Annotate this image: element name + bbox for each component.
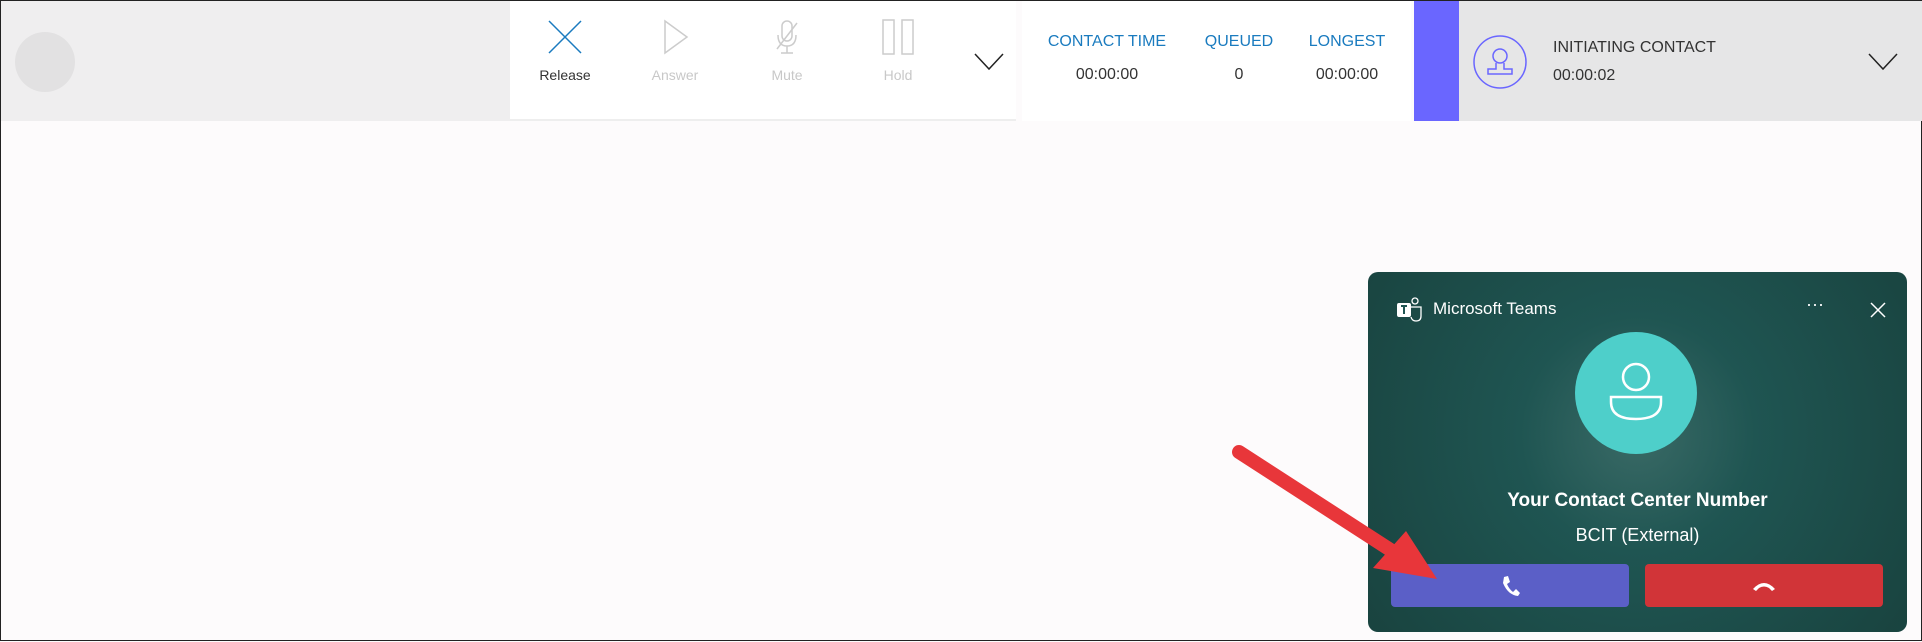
mute-button[interactable]: Mute <box>742 19 832 83</box>
chevron-down-icon[interactable] <box>1868 53 1898 71</box>
stat-label: LONGEST <box>1308 33 1386 50</box>
pause-icon <box>882 19 914 55</box>
status-timer: 00:00:02 <box>1553 67 1616 84</box>
answer-button[interactable]: Answer <box>630 19 720 83</box>
agent-area <box>1 1 510 121</box>
stat-value: 00:00:00 <box>1315 66 1379 83</box>
x-icon <box>548 20 582 54</box>
person-icon <box>1609 362 1663 421</box>
accept-call-button[interactable] <box>1391 564 1629 607</box>
decline-call-button[interactable] <box>1645 564 1883 607</box>
caller-name: Your Contact Center Number <box>1507 490 1768 511</box>
release-button[interactable]: Release <box>520 19 610 83</box>
hold-label: Hold <box>883 67 913 83</box>
status-accent-bar <box>1414 1 1459 121</box>
queue-stats: CONTACT TIME 00:00:00 QUEUED 0 LONGEST 00:0… <box>1022 1 1411 121</box>
stat-longest: LONGEST 00:00:00 <box>1282 33 1412 84</box>
phone-icon <box>1503 575 1520 596</box>
hang-up-icon <box>1753 582 1775 591</box>
stat-label: CONTACT TIME <box>1047 33 1167 50</box>
teams-logo-icon <box>1397 297 1422 322</box>
user-icon <box>1473 35 1527 89</box>
mute-label: Mute <box>771 67 803 83</box>
caller-avatar <box>1575 332 1697 454</box>
contact-status[interactable]: INITIATING CONTACT 00:00:02 <box>1459 1 1922 121</box>
status-title: INITIATING CONTACT <box>1553 39 1716 56</box>
release-label: Release <box>539 67 591 83</box>
chevron-down-icon[interactable] <box>974 53 1004 71</box>
play-icon <box>664 19 689 55</box>
answer-label: Answer <box>651 67 699 83</box>
teams-title: Microsoft Teams <box>1433 299 1557 318</box>
caller-subtitle: BCIT (External) <box>1575 525 1700 545</box>
call-controls: Release Answer Mute Hold <box>510 1 1016 121</box>
teams-call-toast: Microsoft Teams ··· Your Contact Center … <box>1368 272 1907 632</box>
agent-avatar <box>15 32 75 92</box>
close-icon[interactable] <box>1870 302 1886 318</box>
stat-contact-time: CONTACT TIME 00:00:00 <box>1042 33 1172 84</box>
microphone-off-icon <box>776 20 798 54</box>
more-options-icon[interactable]: ··· <box>1806 294 1824 315</box>
stat-value: 00:00:00 <box>1075 66 1139 83</box>
hold-button[interactable]: Hold <box>853 19 943 83</box>
